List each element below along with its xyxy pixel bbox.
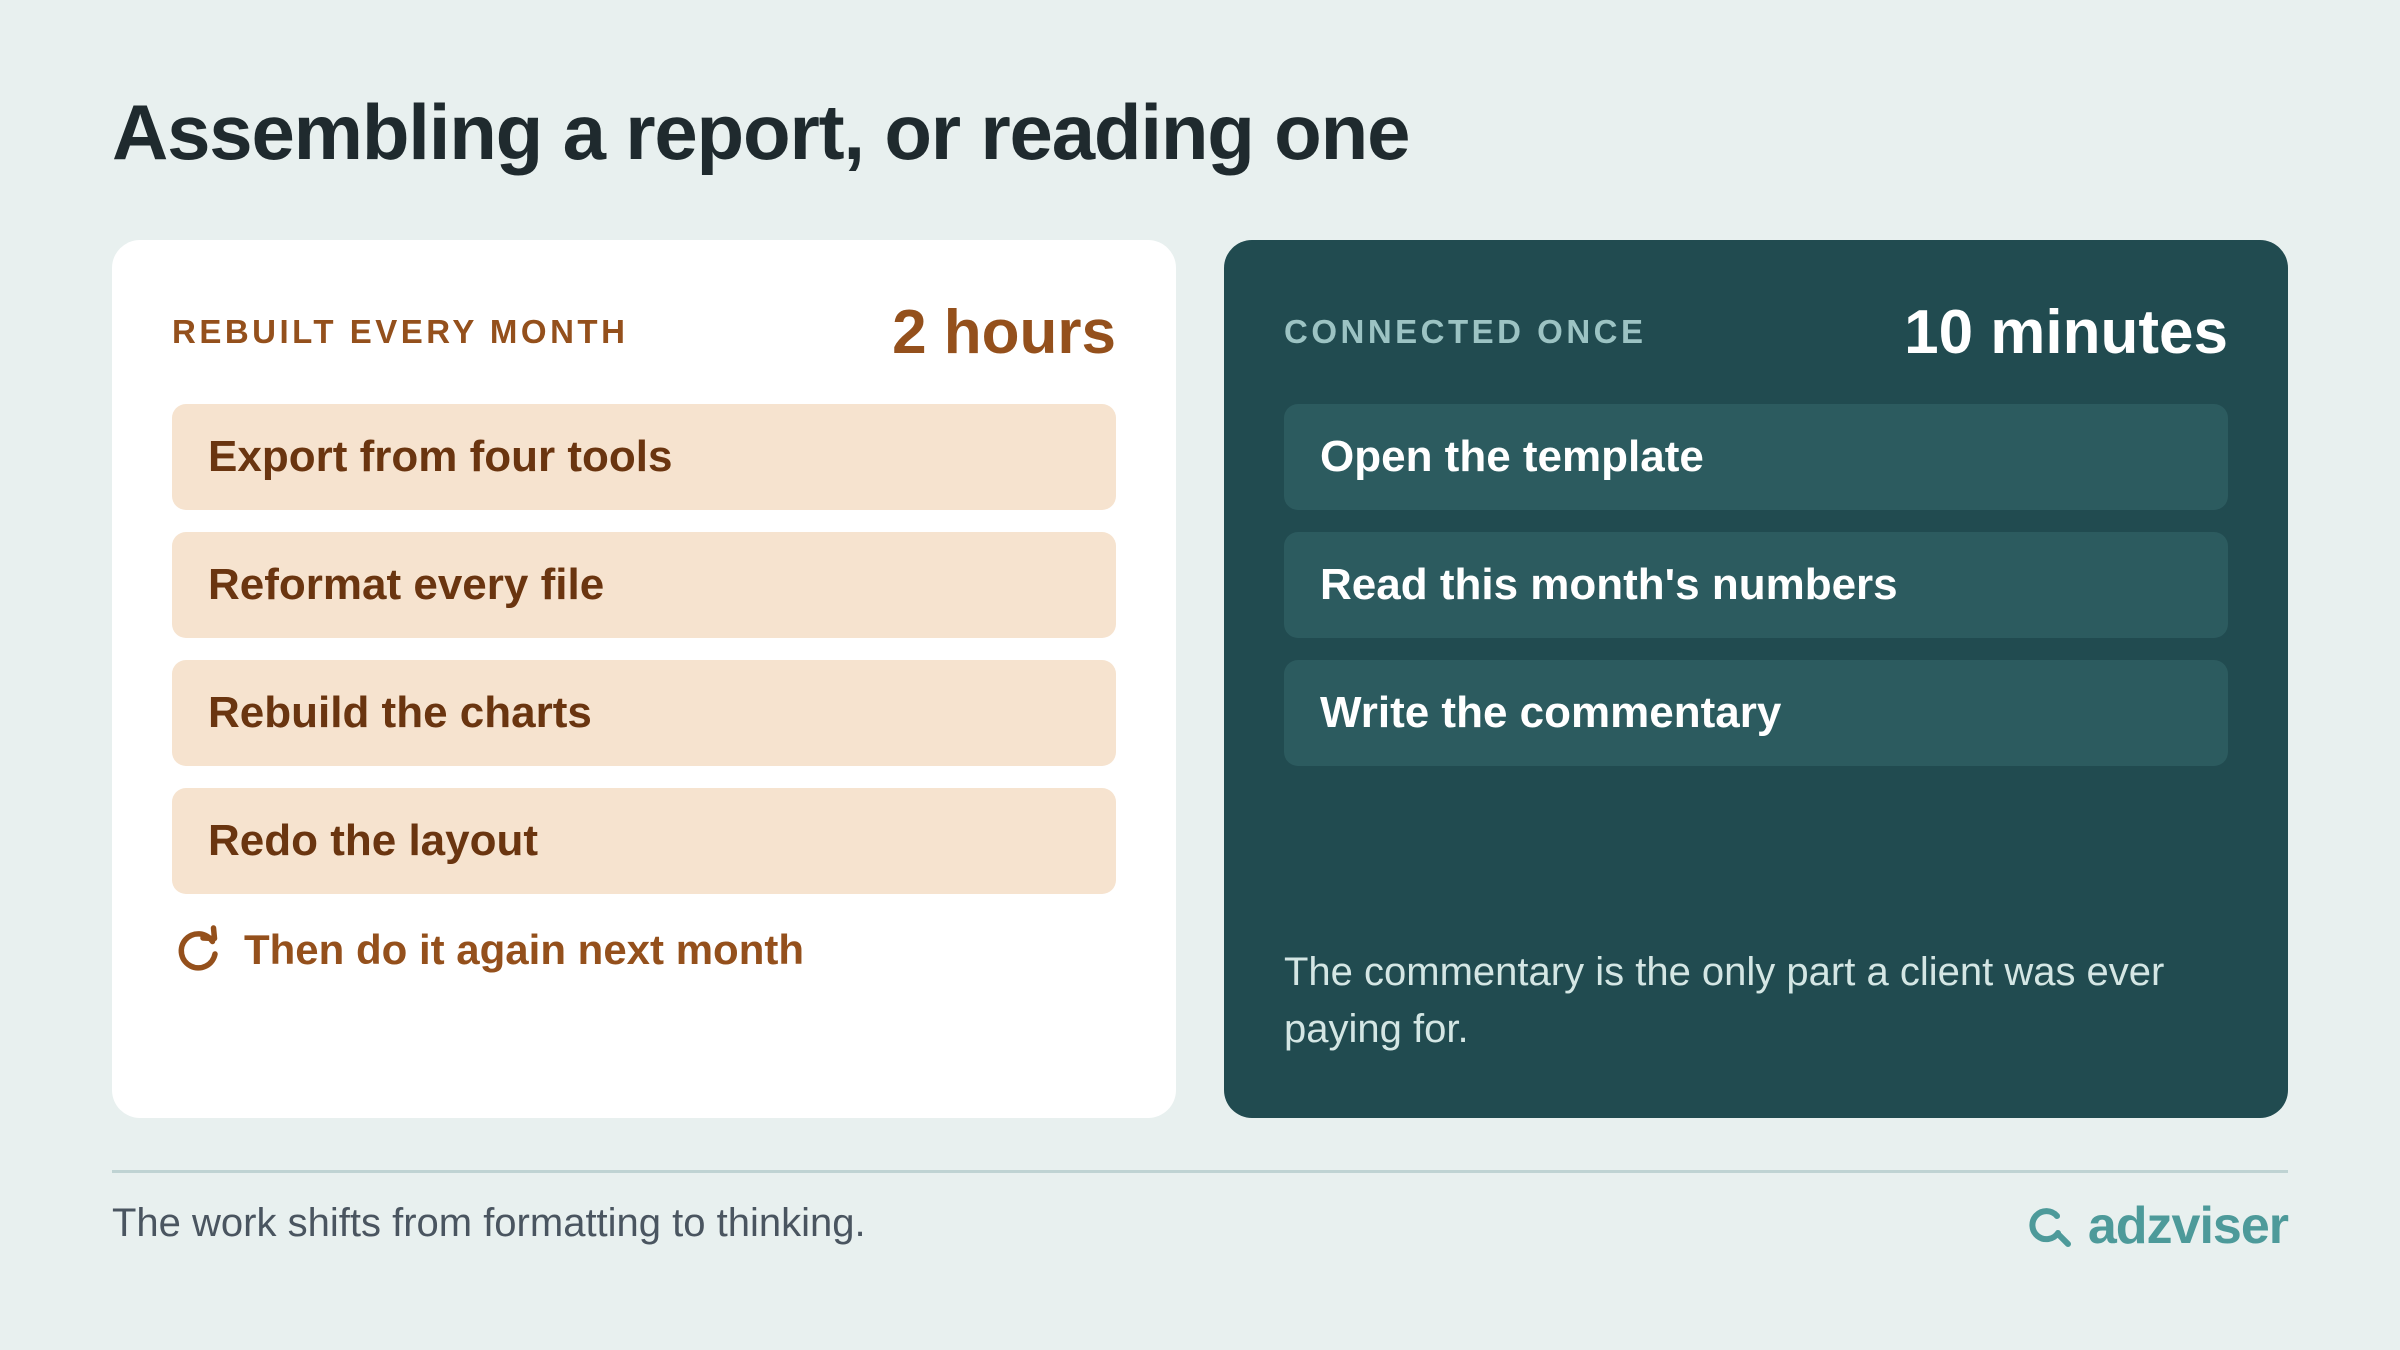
- connected-process-panel: CONNECTED ONCE 10 minutes Open the templ…: [1224, 240, 2288, 1118]
- footer-divider: [112, 1170, 2288, 1173]
- repeat-note: Then do it again next month: [172, 920, 804, 980]
- step-item: Export from four tools: [172, 404, 1116, 510]
- step-item: Reformat every file: [172, 532, 1116, 638]
- brand-name: adzviser: [2087, 1197, 2289, 1255]
- time-stat: 10 minutes: [1904, 297, 2228, 367]
- panel-eyebrow: REBUILT EVERY MONTH: [172, 313, 629, 350]
- step-list: Open the template Read this month's numb…: [1284, 404, 2228, 766]
- manual-process-panel: REBUILT EVERY MONTH 2 hours Export from …: [112, 240, 1176, 1118]
- repeat-note-text: Then do it again next month: [244, 926, 804, 973]
- panel-eyebrow: CONNECTED ONCE: [1284, 313, 1647, 350]
- commentary-note: The commentary is the only part a client…: [1284, 950, 2165, 1051]
- step-item: Rebuild the charts: [172, 660, 1116, 766]
- slide: Assembling a report, or reading one REBU…: [0, 0, 2400, 1350]
- page-title: Assembling a report, or reading one: [112, 88, 1410, 176]
- panel-header: CONNECTED ONCE 10 minutes: [1284, 292, 2228, 372]
- time-stat: 2 hours: [892, 297, 1116, 367]
- step-item: Write the commentary: [1284, 660, 2228, 766]
- step-item: Open the template: [1284, 404, 2228, 510]
- step-item: Redo the layout: [172, 788, 1116, 894]
- step-item: Read this month's numbers: [1284, 532, 2228, 638]
- footer-caption: The work shifts from formatting to think…: [112, 1201, 866, 1245]
- refresh-icon: [178, 925, 218, 971]
- step-list: Export from four tools Reformat every fi…: [172, 404, 1116, 894]
- brand-logo: adzviser: [2024, 1196, 2289, 1256]
- panel-header: REBUILT EVERY MONTH 2 hours: [172, 292, 1116, 372]
- magnifier-icon: [2029, 1208, 2071, 1247]
